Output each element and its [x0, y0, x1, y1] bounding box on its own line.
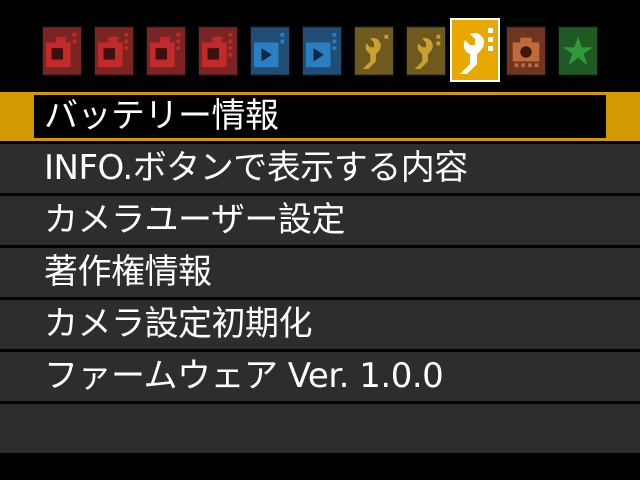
tab-shooting-2[interactable]	[94, 26, 134, 76]
camera-icon	[43, 27, 81, 75]
tab-setup-2[interactable]	[406, 26, 446, 76]
tab-setup-3[interactable]	[450, 18, 500, 82]
tab-my-menu[interactable]	[558, 26, 598, 76]
camera-icon	[199, 27, 237, 75]
tab-playback-2[interactable]	[302, 26, 342, 76]
menu-item-info-button-display[interactable]: INFO.ボタンで表示する内容	[0, 144, 640, 193]
star-icon	[559, 27, 597, 75]
menu-item-copyright-info[interactable]: 著作権情報	[0, 248, 640, 297]
menu-item-label: ファームウェア Ver. 1.0.0	[44, 356, 444, 396]
wrench-icon	[407, 27, 445, 75]
tab-custom-functions[interactable]	[506, 26, 546, 76]
setup-menu-list: バッテリー情報 INFO.ボタンで表示する内容 カメラユーザー設定 著作権情報 …	[0, 92, 640, 456]
menu-item-label: カメラユーザー設定	[44, 200, 345, 240]
menu-item-label: バッテリー情報	[34, 95, 606, 138]
menu-tab-bar	[0, 0, 640, 92]
menu-item-label: カメラ設定初期化	[44, 304, 313, 344]
bottom-margin	[0, 456, 640, 480]
menu-item-camera-user-settings[interactable]: カメラユーザー設定	[0, 196, 640, 245]
menu-item-clear-camera-settings[interactable]: カメラ設定初期化	[0, 300, 640, 349]
custom-function-icon	[507, 27, 545, 75]
tab-setup-1[interactable]	[354, 26, 394, 76]
tab-playback-1[interactable]	[250, 26, 290, 76]
playback-icon	[303, 27, 341, 75]
tab-shooting-4[interactable]	[198, 26, 238, 76]
menu-item-firmware-version[interactable]: ファームウェア Ver. 1.0.0	[0, 352, 640, 401]
camera-icon	[95, 27, 133, 75]
tab-shooting-1[interactable]	[42, 26, 82, 76]
menu-item-label: INFO.ボタンで表示する内容	[44, 148, 468, 188]
menu-item-label: 著作権情報	[44, 252, 212, 292]
menu-empty-row	[0, 404, 640, 453]
wrench-icon	[452, 20, 498, 80]
wrench-icon	[355, 27, 393, 75]
menu-item-battery-info[interactable]: バッテリー情報	[0, 92, 640, 141]
playback-icon	[251, 27, 289, 75]
tab-shooting-3[interactable]	[146, 26, 186, 76]
camera-icon	[147, 27, 185, 75]
